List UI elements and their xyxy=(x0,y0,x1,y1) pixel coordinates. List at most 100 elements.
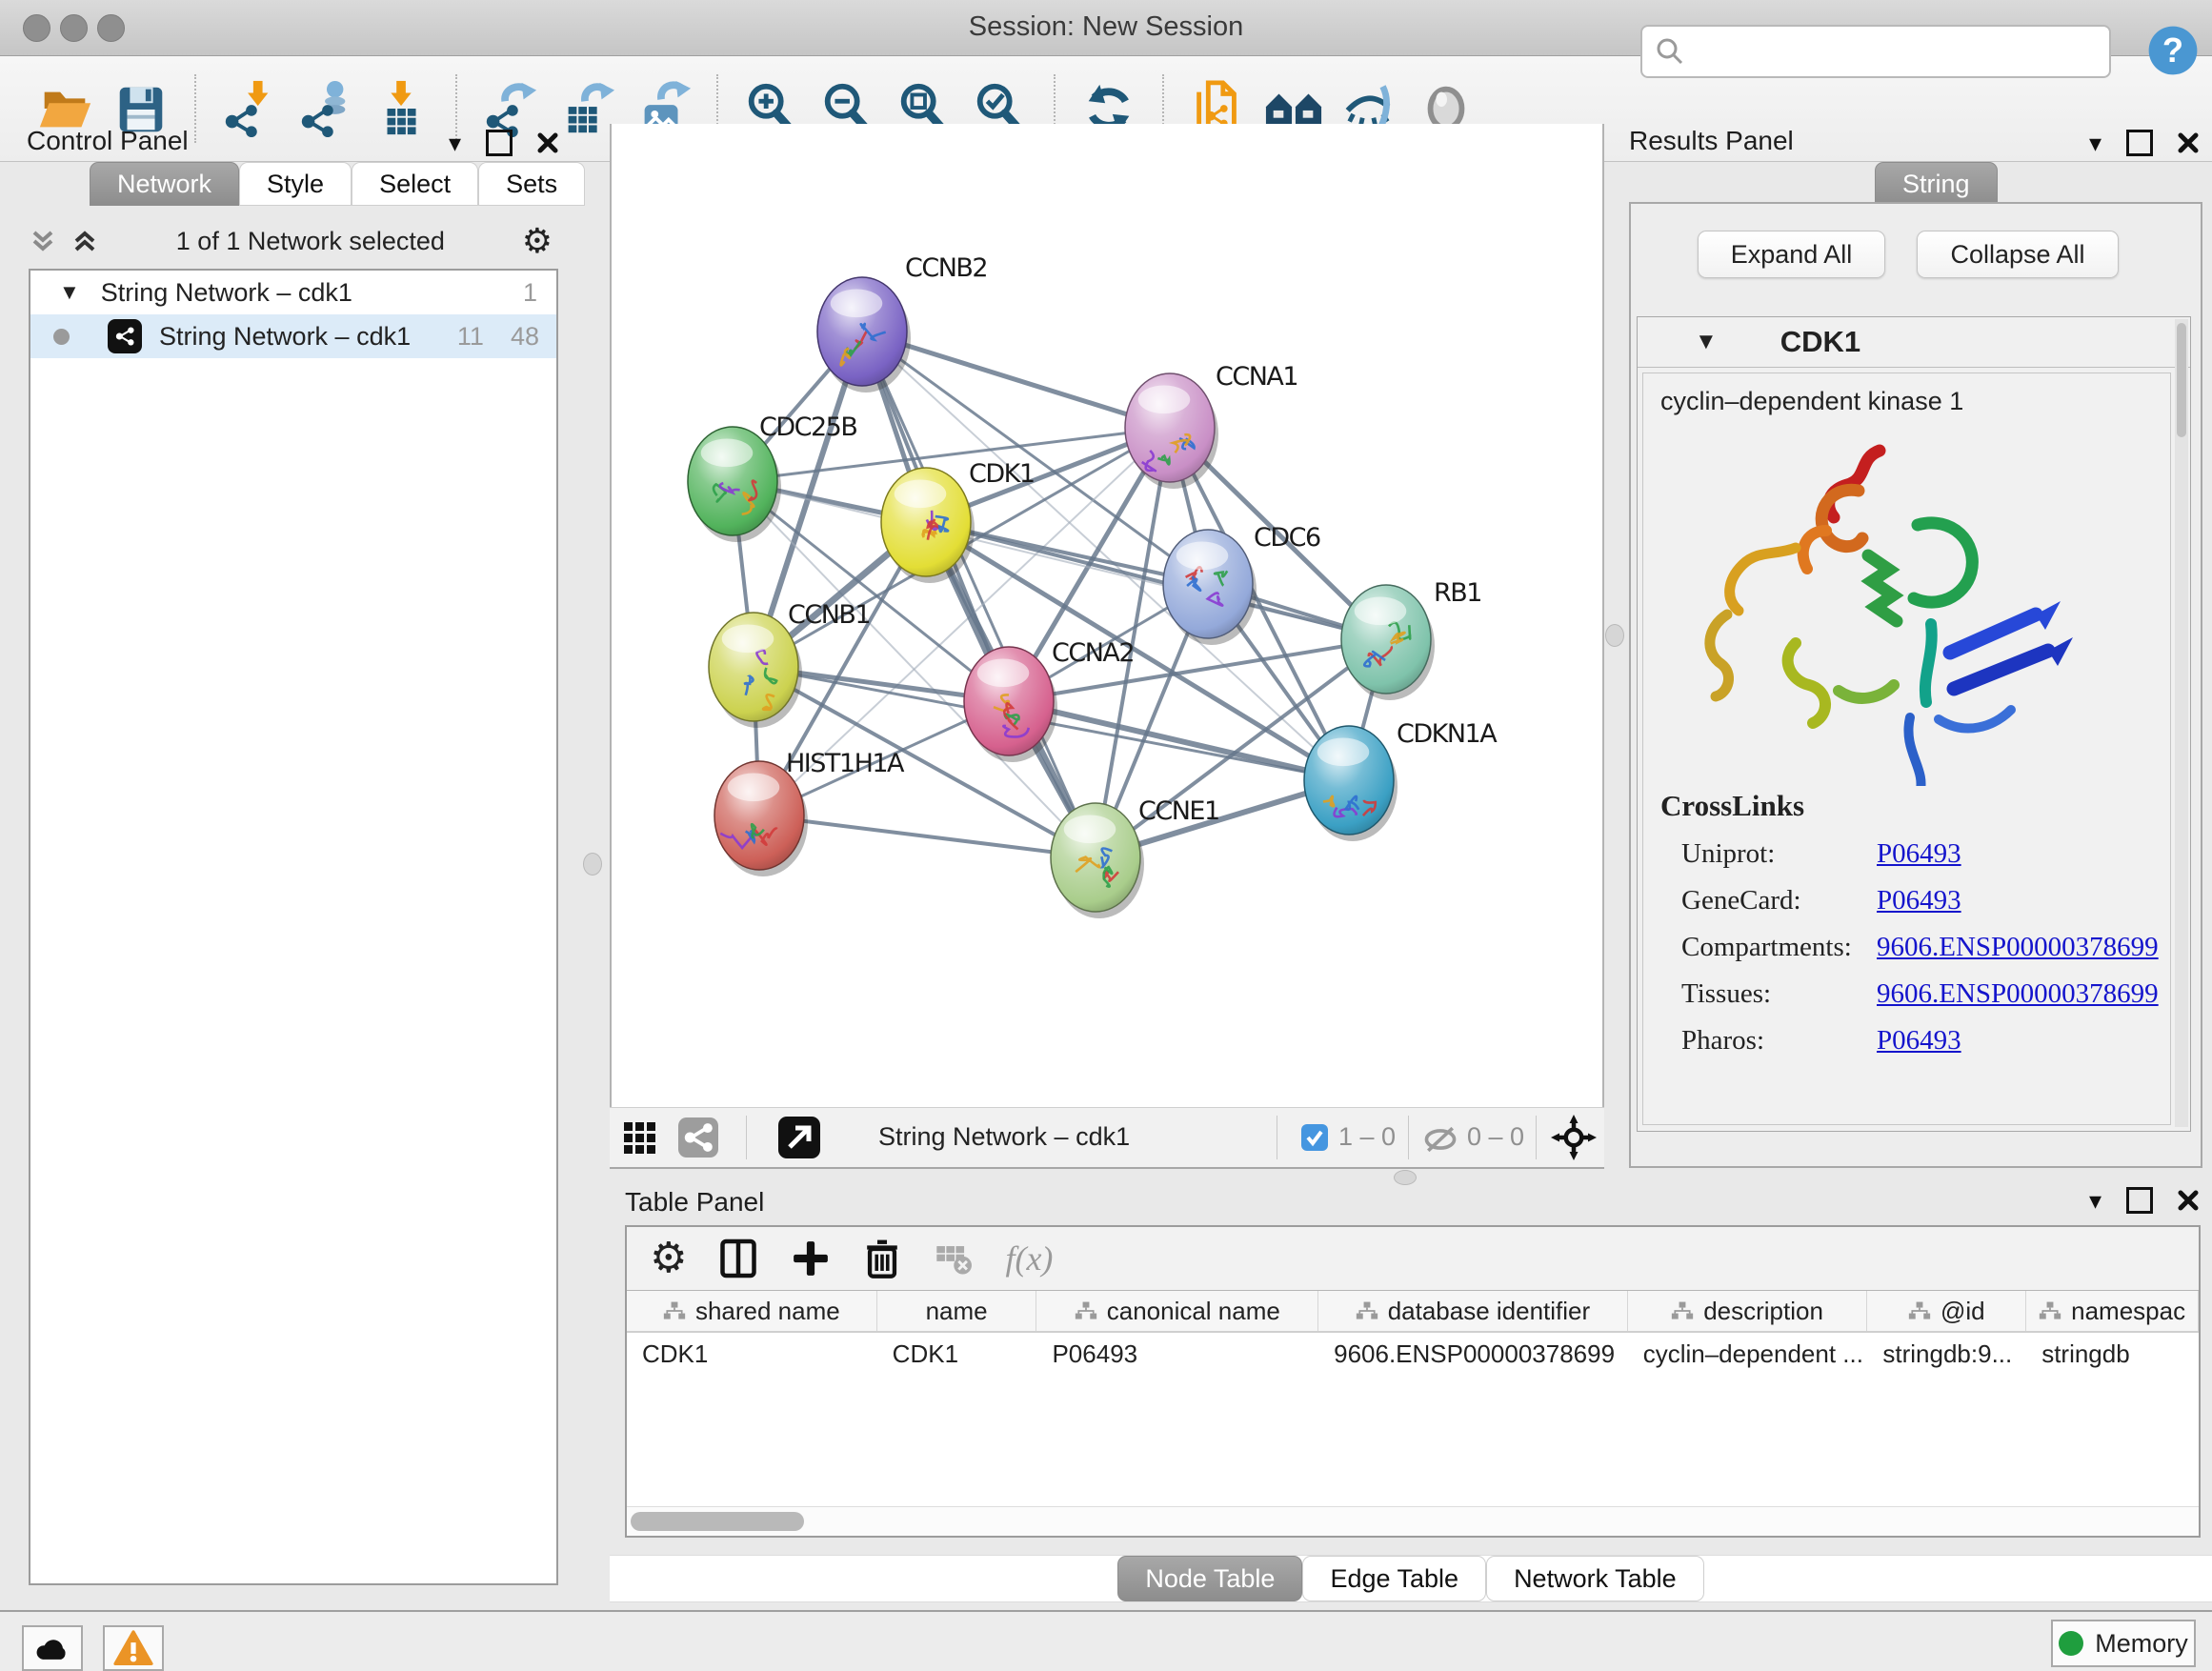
edge-CCNB2-CCNE1[interactable] xyxy=(862,332,1096,857)
control-panel: Control Panel ▾ Network Style Select Set… xyxy=(15,124,572,1601)
function-builder-icon[interactable]: f(x) xyxy=(1005,1238,1053,1278)
show-columns-icon[interactable] xyxy=(715,1236,761,1281)
crosslink-link[interactable]: P06493 xyxy=(1877,838,1961,870)
gene-section-header[interactable]: ▼ CDK1 xyxy=(1638,317,2190,368)
column-header-@id[interactable]: @id xyxy=(1867,1291,2026,1331)
help-icon[interactable]: ? xyxy=(2145,23,2201,78)
warning-button[interactable] xyxy=(103,1625,164,1671)
tab-select[interactable]: Select xyxy=(352,162,478,206)
memory-button[interactable]: Memory xyxy=(2051,1620,2196,1667)
table-row[interactable]: CDK1CDK1P064939606.ENSP00000378699cyclin… xyxy=(627,1333,2199,1375)
node-CCNB2[interactable]: CCNB2 xyxy=(817,253,987,393)
network-label: String Network – cdk1 xyxy=(159,322,411,352)
expand-all-button[interactable]: Expand All xyxy=(1698,231,1885,278)
node-CCNA2[interactable]: CCNA2 xyxy=(964,638,1134,762)
collapse-all-icon[interactable] xyxy=(29,227,57,255)
column-header-shared-name[interactable]: shared name xyxy=(627,1291,877,1331)
table-settings-gear-icon[interactable]: ⚙ xyxy=(650,1238,687,1279)
gear-icon[interactable]: ⚙ xyxy=(522,224,553,258)
network-collection-row[interactable]: ▼ String Network – cdk1 1 xyxy=(30,271,556,314)
gene-name: CDK1 xyxy=(1780,325,1860,359)
tree-expand-icon[interactable]: ▼ xyxy=(59,280,80,305)
results-panel-title: Results Panel xyxy=(1629,126,1794,156)
pan-crosshair-icon[interactable] xyxy=(1551,1115,1597,1160)
node-label-CCNB2: CCNB2 xyxy=(905,253,987,283)
tab-style[interactable]: Style xyxy=(239,162,352,206)
delete-table-icon[interactable] xyxy=(933,1237,976,1280)
node-label-CDK1: CDK1 xyxy=(969,459,1035,489)
edge-CCNA2-CDKN1A[interactable] xyxy=(1009,701,1349,780)
crosslink-link[interactable]: 9606.ENSP00000378699 xyxy=(1877,978,2159,1010)
maximize-panel-icon[interactable] xyxy=(486,130,513,156)
section-collapse-icon[interactable]: ▼ xyxy=(1695,329,1718,355)
cloud-button[interactable] xyxy=(22,1625,83,1671)
gene-section: ▼ CDK1 cyclin–dependent kinase 1 xyxy=(1637,316,2191,1132)
tab-sets[interactable]: Sets xyxy=(478,162,585,206)
expand-all-icon[interactable] xyxy=(70,227,99,255)
tab-edge-table[interactable]: Edge Table xyxy=(1302,1556,1486,1601)
crosslink-label: Tissues: xyxy=(1660,978,1877,1010)
close-panel-icon[interactable] xyxy=(537,132,558,153)
maximize-panel-icon[interactable] xyxy=(2126,130,2153,156)
tab-node-table[interactable]: Node Table xyxy=(1117,1556,1302,1601)
node-label-CCNA1: CCNA1 xyxy=(1216,362,1297,392)
node-label-CDC6: CDC6 xyxy=(1254,523,1320,553)
open-in-window-icon[interactable] xyxy=(778,1117,820,1158)
svg-text:?: ? xyxy=(2162,30,2183,70)
float-panel-icon[interactable]: ▾ xyxy=(2089,131,2101,155)
add-column-icon[interactable] xyxy=(790,1238,832,1279)
network-view-canvas[interactable]: CCNB2CCNA1CDC25BCDK1CDC6RB1CCNB1CCNA2CDK… xyxy=(610,124,1604,1107)
cloud-icon xyxy=(33,1634,71,1662)
crosslink-label: GeneCard: xyxy=(1660,885,1877,916)
birdseye-toggle-icon[interactable] xyxy=(623,1121,657,1156)
column-header-canonical-name[interactable]: canonical name xyxy=(1036,1291,1318,1331)
tab-network[interactable]: Network xyxy=(90,162,239,206)
table-cell[interactable]: P06493 xyxy=(1036,1333,1318,1375)
tab-string[interactable]: String xyxy=(1875,162,1998,206)
node-CDKN1A[interactable]: CDKN1A xyxy=(1304,719,1498,841)
column-header-description[interactable]: description xyxy=(1628,1291,1868,1331)
table-cell[interactable]: 9606.ENSP00000378699 xyxy=(1318,1333,1628,1375)
tab-network-table[interactable]: Network Table xyxy=(1486,1556,1704,1601)
vertical-splitter-handle[interactable] xyxy=(583,853,602,876)
delete-column-icon[interactable] xyxy=(860,1237,904,1280)
crosslinks-block: CrossLinks Uniprot:P06493GeneCard:P06493… xyxy=(1660,789,2159,1057)
results-scrollbar[interactable] xyxy=(2175,319,2188,1127)
selected-checkbox-icon[interactable] xyxy=(1301,1124,1328,1151)
node-HIST1H1A[interactable]: HIST1H1A xyxy=(714,749,905,876)
crosslink-link[interactable]: 9606.ENSP00000378699 xyxy=(1877,932,2159,963)
crosslink-link[interactable]: P06493 xyxy=(1877,1025,1961,1057)
table-cell[interactable]: CDK1 xyxy=(627,1333,877,1375)
close-panel-icon[interactable] xyxy=(2178,1190,2199,1211)
search-input[interactable] xyxy=(1640,25,2111,78)
hidden-eye-icon xyxy=(1421,1125,1459,1154)
string-network-graph[interactable]: CCNB2CCNA1CDC25BCDK1CDC6RB1CCNB1CCNA2CDK… xyxy=(612,124,1602,1107)
node-CDK1[interactable]: CDK1 xyxy=(881,459,1035,583)
table-cell[interactable]: CDK1 xyxy=(877,1333,1037,1375)
control-panel-title: Control Panel xyxy=(27,126,189,156)
table-horizontal-scrollbar[interactable] xyxy=(627,1506,2199,1536)
table-cell[interactable]: cyclin–dependent ... xyxy=(1628,1333,1868,1375)
column-header-name[interactable]: name xyxy=(877,1291,1037,1331)
status-bar: Memory xyxy=(0,1610,2212,1671)
edge-HIST1H1A-CCNE1[interactable] xyxy=(759,815,1096,857)
node-RB1[interactable]: RB1 xyxy=(1341,578,1481,700)
hidden-node-edge-counts: 0 – 0 xyxy=(1467,1122,1524,1152)
maximize-panel-icon[interactable] xyxy=(2126,1187,2153,1214)
table-cell[interactable]: stringdb:9... xyxy=(1867,1333,2026,1375)
collapse-all-button[interactable]: Collapse All xyxy=(1917,231,2119,278)
string-settings-icon[interactable] xyxy=(678,1117,718,1158)
float-panel-icon[interactable]: ▾ xyxy=(2089,1188,2101,1213)
selected-node-edge-counts: 1 – 0 xyxy=(1338,1122,1396,1152)
crosslink-link[interactable]: P06493 xyxy=(1877,885,1961,916)
node-table: shared namenamecanonical namedatabase id… xyxy=(627,1290,2199,1507)
network-row[interactable]: String Network – cdk1 11 48 xyxy=(30,314,556,358)
column-header-namespac[interactable]: namespac xyxy=(2026,1291,2199,1331)
column-header-database-identifier[interactable]: database identifier xyxy=(1318,1291,1628,1331)
node-CDC6[interactable]: CDC6 xyxy=(1163,523,1320,645)
close-panel-icon[interactable] xyxy=(2178,132,2199,153)
node-CCNE1[interactable]: CCNE1 xyxy=(1051,796,1219,918)
warning-icon xyxy=(113,1630,153,1666)
float-panel-icon[interactable]: ▾ xyxy=(449,131,461,155)
table-cell[interactable]: stringdb xyxy=(2026,1333,2199,1375)
